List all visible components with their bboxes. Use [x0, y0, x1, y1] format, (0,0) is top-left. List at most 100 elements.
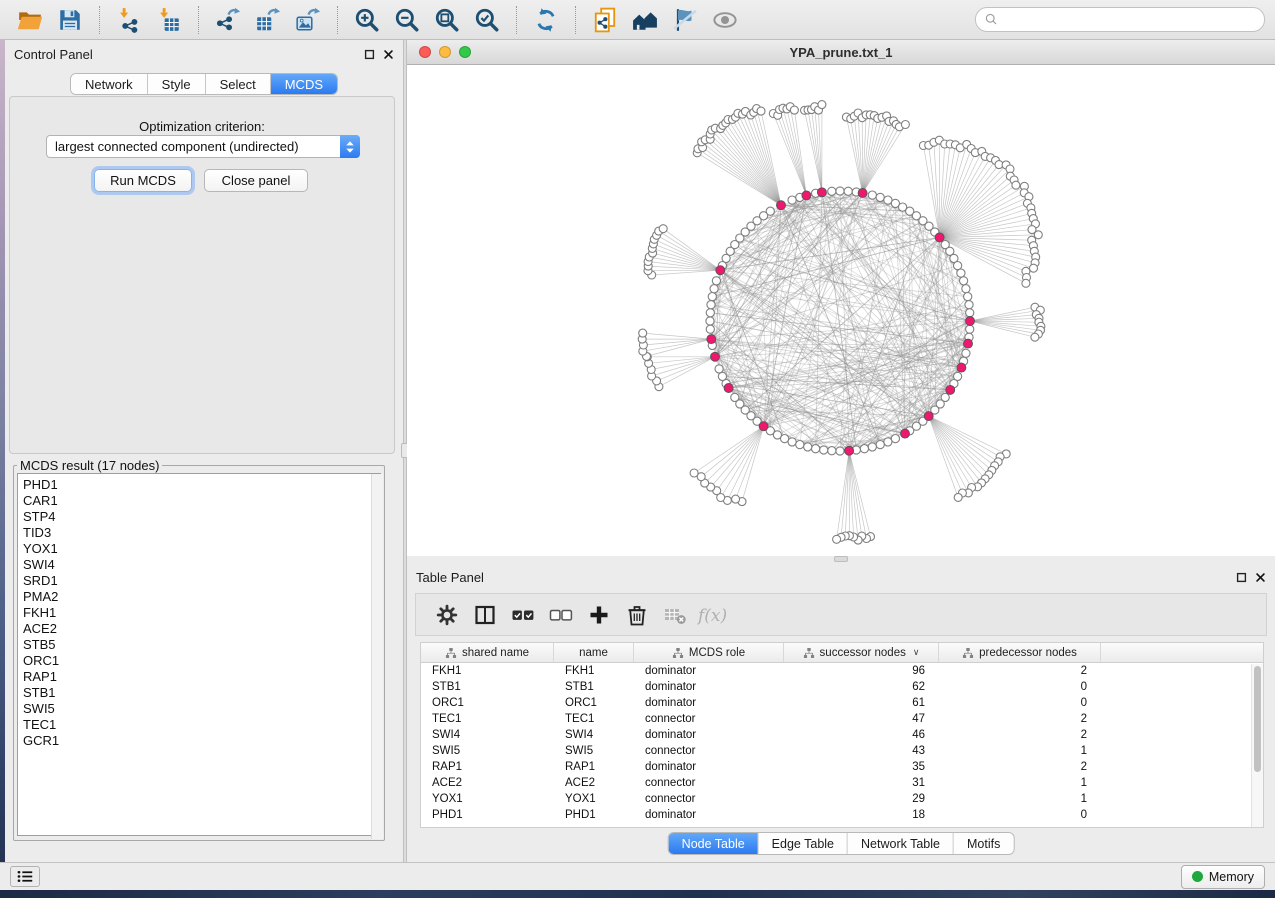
criterion-select[interactable]: largest connected component (undirected)	[46, 135, 360, 158]
mcds-result-item[interactable]: YOX1	[18, 541, 380, 557]
column-header-shared-name[interactable]: shared name	[421, 643, 554, 662]
first-neighbors-button[interactable]	[625, 3, 665, 37]
export-table-icon	[255, 7, 281, 33]
table-row[interactable]: TEC1TEC1connector472	[421, 711, 1263, 727]
table-row[interactable]: SWI5SWI5connector431	[421, 743, 1263, 759]
save-session-button[interactable]	[50, 3, 90, 37]
mcds-result-item[interactable]: PHD1	[18, 477, 380, 493]
table-cell: 1	[939, 777, 1101, 789]
table-cell: FKH1	[554, 665, 634, 677]
select-all-button[interactable]	[504, 597, 542, 633]
mcds-result-item[interactable]: ACE2	[18, 621, 380, 637]
tab-network-table[interactable]: Network Table	[848, 833, 954, 854]
export-network-button[interactable]	[208, 3, 248, 37]
mcds-result-list[interactable]: PHD1CAR1STP4TID3YOX1SWI4SRD1PMA2FKH1ACE2…	[17, 473, 381, 836]
table-row[interactable]: ACE2ACE2connector311	[421, 775, 1263, 791]
list-menu-icon	[17, 870, 34, 883]
network-canvas[interactable]	[407, 65, 1275, 556]
table-row[interactable]: RAP1RAP1dominator352	[421, 759, 1263, 775]
mcds-result-item[interactable]: SWI5	[18, 701, 380, 717]
mcds-list-scrollbar[interactable]	[371, 474, 383, 839]
import-table-button[interactable]	[149, 3, 189, 37]
scrollbar-thumb[interactable]	[1254, 666, 1261, 772]
apply-layout-button[interactable]	[526, 3, 566, 37]
desktop-wallpaper-bottom	[0, 890, 1275, 898]
columns-icon	[473, 603, 497, 627]
zoom-in-button[interactable]	[347, 3, 387, 37]
column-header-MCDS-role[interactable]: MCDS role	[634, 643, 784, 662]
tab-style[interactable]: Style	[148, 74, 206, 94]
float-panel-icon[interactable]	[1236, 572, 1247, 583]
delete-column-button[interactable]	[618, 597, 656, 633]
column-header-predecessor-nodes[interactable]: predecessor nodes	[939, 643, 1101, 662]
tab-node-table[interactable]: Node Table	[669, 833, 759, 854]
import-table-icon	[156, 7, 182, 33]
column-header-successor-nodes[interactable]: successor nodes∨	[784, 643, 939, 662]
memory-button[interactable]: Memory	[1181, 865, 1265, 889]
mcds-result-item[interactable]: TEC1	[18, 717, 380, 733]
mcds-result-item[interactable]: SRD1	[18, 573, 380, 589]
table-cell: dominator	[634, 665, 784, 677]
tab-select[interactable]: Select	[206, 74, 271, 94]
table-scrollbar[interactable]	[1251, 664, 1263, 827]
close-window-button[interactable]	[419, 46, 431, 58]
table-row[interactable]: YOX1YOX1connector291	[421, 791, 1263, 807]
show-columns-button[interactable]	[466, 597, 504, 633]
close-panel-icon[interactable]	[383, 49, 394, 60]
tab-motifs[interactable]: Motifs	[954, 833, 1013, 854]
close-panel-button[interactable]: Close panel	[204, 169, 308, 192]
open-file-button[interactable]	[10, 3, 50, 37]
zoom-selected-button[interactable]	[467, 3, 507, 37]
column-header-name[interactable]: name	[554, 643, 634, 662]
table-toolbar-buttons	[415, 593, 1267, 636]
mcds-result-item[interactable]: FKH1	[18, 605, 380, 621]
clone-network-button[interactable]	[585, 3, 625, 37]
export-table-button[interactable]	[248, 3, 288, 37]
main-toolbar	[0, 0, 1275, 40]
run-mcds-button[interactable]: Run MCDS	[94, 169, 192, 192]
mcds-result-item[interactable]: PMA2	[18, 589, 380, 605]
hide-selected-button[interactable]	[665, 3, 705, 37]
zoom-out-button[interactable]	[387, 3, 427, 37]
mcds-result-item[interactable]: TID3	[18, 525, 380, 541]
mcds-result-item[interactable]: RAP1	[18, 669, 380, 685]
table-row[interactable]: PHD1PHD1dominator180	[421, 807, 1263, 823]
splitter-grip-h[interactable]	[834, 556, 848, 562]
add-column-button[interactable]	[580, 597, 618, 633]
maximize-window-button[interactable]	[459, 46, 471, 58]
horizontal-splitter[interactable]	[407, 556, 1275, 563]
task-history-button[interactable]	[10, 866, 40, 887]
mcds-result-item[interactable]: GCR1	[18, 733, 380, 749]
network-graph[interactable]	[407, 65, 1275, 556]
minimize-window-button[interactable]	[439, 46, 451, 58]
network-window-titlebar: YPA_prune.txt_1	[407, 40, 1275, 65]
criterion-label: Optimization criterion:	[10, 119, 394, 134]
table-row[interactable]: FKH1FKH1dominator962	[421, 663, 1263, 679]
search-input[interactable]	[1004, 10, 1256, 30]
close-panel-icon[interactable]	[1255, 572, 1266, 583]
table-settings-button[interactable]	[428, 597, 466, 633]
table-row[interactable]: STB1STB1dominator620	[421, 679, 1263, 695]
mcds-result-group: MCDS result (17 nodes) PHD1CAR1STP4TID3Y…	[13, 458, 385, 841]
export-image-button[interactable]	[288, 3, 328, 37]
tab-edge-table[interactable]: Edge Table	[759, 833, 848, 854]
mcds-result-item[interactable]: STP4	[18, 509, 380, 525]
table-panel: Table Panel shared namenameMCDS rolesucc…	[407, 563, 1275, 862]
mcds-result-item[interactable]: STB5	[18, 637, 380, 653]
gear-icon	[435, 603, 459, 627]
tab-network[interactable]: Network	[71, 74, 148, 94]
deselect-all-button[interactable]	[542, 597, 580, 633]
import-network-button[interactable]	[109, 3, 149, 37]
mcds-result-item[interactable]: SWI4	[18, 557, 380, 573]
mcds-result-item[interactable]: STB1	[18, 685, 380, 701]
search-box[interactable]	[975, 7, 1265, 32]
float-panel-icon[interactable]	[364, 49, 375, 60]
tab-mcds[interactable]: MCDS	[271, 74, 337, 94]
table-cell: SWI5	[554, 745, 634, 757]
mcds-result-item[interactable]: ORC1	[18, 653, 380, 669]
mcds-result-item[interactable]: CAR1	[18, 493, 380, 509]
table-row[interactable]: SWI4SWI4dominator462	[421, 727, 1263, 743]
table-cell: SWI5	[421, 745, 554, 757]
zoom-fit-button[interactable]	[427, 3, 467, 37]
table-row[interactable]: ORC1ORC1dominator610	[421, 695, 1263, 711]
